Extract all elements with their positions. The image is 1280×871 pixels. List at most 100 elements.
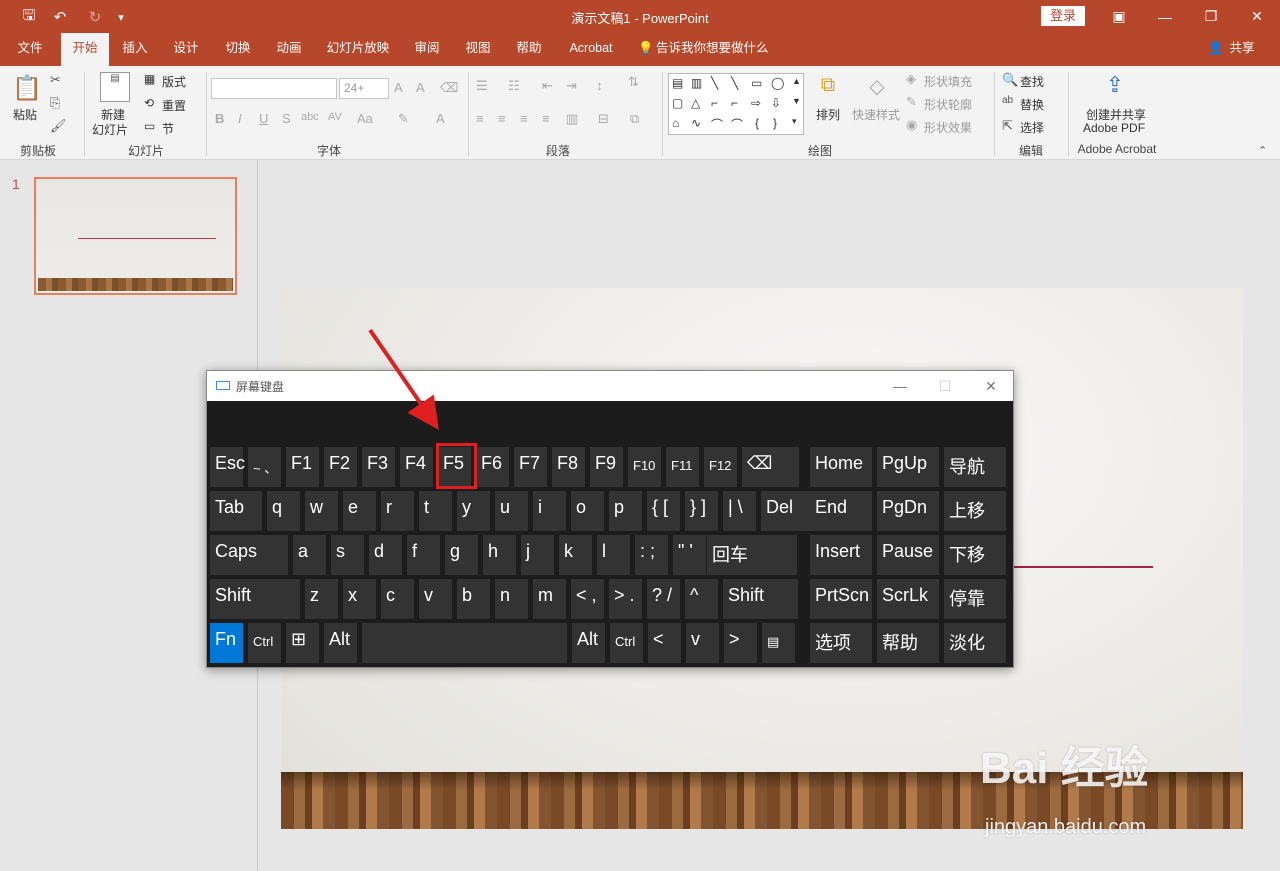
oval-shape-icon[interactable]: ◯ — [771, 76, 784, 90]
paste-icon[interactable]: 📋 — [12, 74, 42, 104]
key-x[interactable]: x — [343, 579, 376, 619]
key-f7[interactable]: F7 — [514, 447, 547, 487]
key-u[interactable]: u — [495, 491, 528, 531]
tab-slideshow[interactable]: 幻灯片放映 — [322, 33, 394, 66]
key-e[interactable]: e — [343, 491, 376, 531]
key-r[interactable]: r — [381, 491, 414, 531]
restore-icon[interactable]: ❐ — [1188, 0, 1234, 33]
increase-font-icon[interactable]: A — [394, 80, 403, 95]
key-esc[interactable]: Esc — [210, 447, 245, 487]
quick-styles-icon[interactable]: ◇ — [862, 74, 892, 102]
reset-button[interactable]: 重置 — [162, 97, 186, 114]
osk-maximize-icon[interactable]: ☐ — [935, 376, 955, 396]
shape-outline-icon[interactable]: ✎ — [906, 94, 917, 110]
decrease-font-icon[interactable]: A — [416, 80, 425, 95]
key-g[interactable]: g — [445, 535, 478, 575]
login-button[interactable]: 登录 — [1041, 6, 1085, 26]
key-shift[interactable]: Shift — [210, 579, 300, 619]
bullets-icon[interactable]: ☰ — [476, 78, 488, 94]
key-ctrl[interactable]: Ctrl — [610, 623, 643, 663]
key-▤[interactable]: ▤ — [762, 623, 795, 663]
key-⌫[interactable]: ⌫ — [742, 447, 799, 487]
more-shapes-icon[interactable]: ▾ — [792, 116, 797, 127]
key-alt[interactable]: Alt — [324, 623, 357, 663]
shapes-gallery[interactable]: ▤ ▥ ╲ ╲ ▭ ◯ ▢ △ ⌐ ⌐ ⇨ ⇩ ⌂ ∿ ⌒ ⌒ { } ▲ ▼ … — [668, 73, 804, 135]
curve-shape-icon[interactable]: ⌒ — [731, 116, 743, 133]
key-?/[interactable]: ? / — [647, 579, 680, 619]
key-:;[interactable]: : ; — [635, 535, 668, 575]
format-painter-icon[interactable]: 🖌 — [50, 118, 67, 134]
italic-icon[interactable]: I — [238, 111, 242, 126]
key-上移[interactable]: 上移 — [944, 491, 1006, 531]
key-prtscn[interactable]: PrtScn — [810, 579, 872, 619]
arrow-down-shape-icon[interactable]: ⇩ — [771, 96, 781, 110]
key-b[interactable]: b — [457, 579, 490, 619]
ribbon-display-options-icon[interactable]: ▣ — [1096, 0, 1142, 33]
key-space[interactable] — [362, 623, 567, 663]
shape-effects-button[interactable]: 形状效果 — [924, 119, 972, 136]
key-t[interactable]: t — [419, 491, 452, 531]
select-icon[interactable]: ⇱ — [1002, 118, 1013, 134]
shape-effects-icon[interactable]: ◉ — [906, 117, 917, 133]
key-f[interactable]: f — [407, 535, 440, 575]
underline-icon[interactable]: U — [259, 111, 268, 126]
strikethrough-icon[interactable]: abc — [301, 111, 319, 123]
brace-shape-icon[interactable]: } — [773, 116, 777, 130]
key-home[interactable]: Home — [810, 447, 872, 487]
tab-insert[interactable]: 插入 — [115, 33, 155, 66]
key-回车[interactable]: 回车 — [707, 535, 797, 575]
shape-fill-button[interactable]: 形状填充 — [924, 73, 972, 90]
reset-icon[interactable]: ⟲ — [144, 96, 154, 110]
increase-indent-icon[interactable]: ⇥ — [566, 78, 577, 94]
key-q[interactable]: q — [267, 491, 300, 531]
osk-minimize-icon[interactable]: — — [890, 376, 910, 396]
tab-review[interactable]: 审阅 — [407, 33, 447, 66]
connector-shape-icon[interactable]: ⌐ — [731, 96, 738, 110]
freeform-shape-icon[interactable]: ⌂ — [672, 116, 679, 130]
textbox-shape-icon[interactable]: ▤ — [672, 76, 683, 90]
key-m[interactable]: m — [533, 579, 566, 619]
scribble-shape-icon[interactable]: ∿ — [691, 116, 701, 130]
key-<[interactable]: < — [648, 623, 681, 663]
font-name-dropdown[interactable] — [211, 78, 337, 99]
tell-me-search[interactable]: 告诉我你想要做什么 — [656, 33, 770, 66]
key-alt[interactable]: Alt — [572, 623, 605, 663]
smartart-icon[interactable]: ⧉ — [630, 111, 639, 127]
key-f11[interactable]: F11 — [666, 447, 699, 487]
vertical-textbox-shape-icon[interactable]: ▥ — [691, 76, 702, 90]
highlight-icon[interactable]: ✎ — [398, 111, 409, 127]
align-right-icon[interactable]: ≡ — [520, 111, 528, 126]
shadow-icon[interactable]: S — [282, 111, 291, 126]
new-slide-label[interactable]: 幻灯片 — [92, 121, 128, 138]
key-d[interactable]: d — [369, 535, 402, 575]
shape-fill-icon[interactable]: ◈ — [906, 71, 916, 87]
key-v[interactable]: v — [419, 579, 452, 619]
key-tab[interactable]: Tab — [210, 491, 262, 531]
key-z[interactable]: z — [305, 579, 338, 619]
key-c[interactable]: c — [381, 579, 414, 619]
key-insert[interactable]: Insert — [810, 535, 872, 575]
key-帮助[interactable]: 帮助 — [877, 623, 939, 663]
key-|\[interactable]: | \ — [723, 491, 756, 531]
key-⊞[interactable]: ⊞ — [286, 623, 319, 663]
key-~、[interactable]: ~ 、 — [248, 447, 281, 487]
create-pdf-icon[interactable]: ⇪ — [1100, 72, 1130, 102]
tab-design[interactable]: 设计 — [166, 33, 206, 66]
collapse-ribbon-icon[interactable]: ⌃ — [1258, 144, 1267, 157]
key-i[interactable]: i — [533, 491, 566, 531]
close-icon[interactable]: ✕ — [1234, 0, 1280, 33]
minimize-icon[interactable]: — — [1142, 0, 1188, 33]
adobe-pdf-label[interactable]: Adobe PDF — [1083, 121, 1145, 135]
clear-formatting-icon[interactable]: ⌫ — [440, 80, 458, 96]
new-slide-icon[interactable]: ▤ — [100, 72, 130, 102]
rectangle-shape-icon[interactable]: ▭ — [751, 76, 762, 90]
line-shape-icon[interactable]: ╲ — [731, 76, 738, 90]
key-end[interactable]: End — [810, 491, 872, 531]
slide-thumbnail[interactable] — [34, 177, 237, 295]
key-j[interactable]: j — [521, 535, 554, 575]
key-s[interactable]: s — [331, 535, 364, 575]
key-a[interactable]: a — [293, 535, 326, 575]
key-f6[interactable]: F6 — [476, 447, 509, 487]
key-f3[interactable]: F3 — [362, 447, 395, 487]
line-shape-icon[interactable]: ╲ — [711, 76, 718, 90]
